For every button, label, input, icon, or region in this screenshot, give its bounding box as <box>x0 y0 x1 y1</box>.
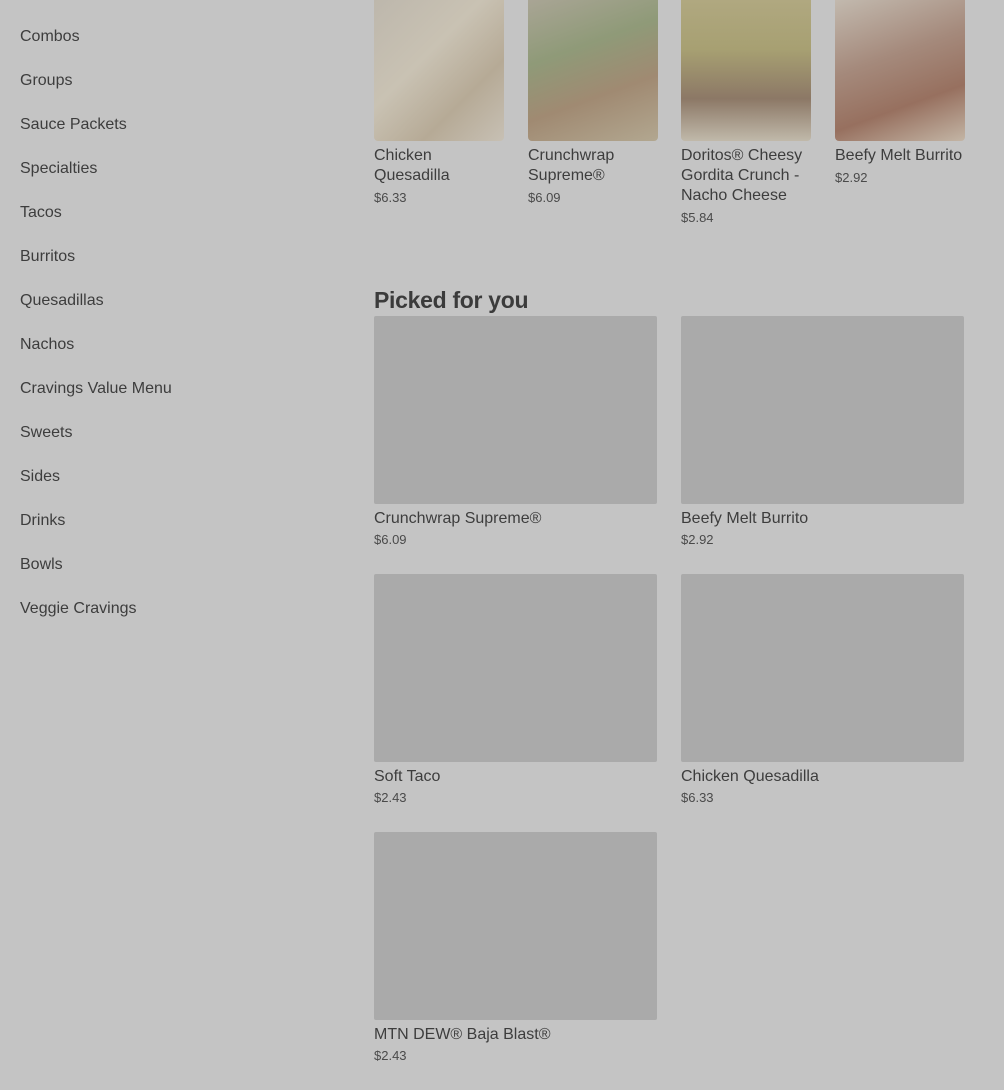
sidebar-item-cravings-value-menu[interactable]: Cravings Value Menu <box>20 374 320 418</box>
sidebar-item-burritos[interactable]: Burritos <box>20 242 320 286</box>
item-image-placeholder <box>681 574 964 762</box>
menu-item-card[interactable]: Doritos® Cheesy Gordita Crunch - Nacho C… <box>681 0 811 226</box>
item-image-placeholder <box>374 574 657 762</box>
item-price: $6.09 <box>374 532 407 547</box>
sidebar-item-nachos[interactable]: Nachos <box>20 330 320 374</box>
sidebar-item-sides[interactable]: Sides <box>20 462 320 506</box>
item-name: Crunchwrap Supreme® <box>528 147 615 184</box>
item-name: Beefy Melt Burrito <box>835 147 963 164</box>
item-name: Doritos® Cheesy Gordita Crunch - Nacho C… <box>681 147 803 204</box>
section-title-picked-for-you: Picked for you <box>374 287 529 314</box>
sidebar-item-sweets[interactable]: Sweets <box>20 418 320 462</box>
menu-item-card[interactable]: Chicken Quesadilla $6.33 <box>374 0 504 206</box>
menu-item-card[interactable]: Crunchwrap Supreme® $6.09 <box>374 316 657 548</box>
sidebar-item-tacos[interactable]: Tacos <box>20 198 320 242</box>
sidebar-item-quesadillas[interactable]: Quesadillas <box>20 286 320 330</box>
sidebar-item-groups[interactable]: Groups <box>20 66 320 110</box>
item-price: $6.09 <box>528 190 561 205</box>
sidebar-item-combos[interactable]: Combos <box>20 22 320 66</box>
item-price: $5.84 <box>681 210 714 225</box>
item-price: $2.43 <box>374 790 407 805</box>
item-name: Chicken Quesadilla <box>681 768 819 785</box>
menu-item-card[interactable]: Crunchwrap Supreme® $6.09 <box>528 0 658 206</box>
menu-page: Combos Groups Sauce Packets Specialties … <box>0 0 1004 1090</box>
item-name: Chicken Quesadilla <box>374 147 450 184</box>
featured-items-row: Chicken Quesadilla $6.33 Crunchwrap Supr… <box>374 0 974 240</box>
item-name: Beefy Melt Burrito <box>681 510 809 527</box>
item-image <box>835 0 965 141</box>
item-price: $6.33 <box>681 790 714 805</box>
sidebar-item-specialties[interactable]: Specialties <box>20 154 320 198</box>
item-image-placeholder <box>374 316 657 504</box>
item-name: Soft Taco <box>374 768 441 785</box>
item-image-placeholder <box>374 832 657 1020</box>
sidebar-item-drinks[interactable]: Drinks <box>20 506 320 550</box>
item-name: Crunchwrap Supreme® <box>374 510 542 527</box>
item-price: $2.43 <box>374 1048 407 1063</box>
menu-item-card[interactable]: MTN DEW® Baja Blast® $2.43 <box>374 832 657 1064</box>
sidebar-item-sauce-packets[interactable]: Sauce Packets <box>20 110 320 154</box>
menu-item-card[interactable]: Beefy Melt Burrito $2.92 <box>681 316 964 548</box>
item-image-placeholder <box>681 316 964 504</box>
item-price: $2.92 <box>835 170 868 185</box>
menu-item-card[interactable]: Beefy Melt Burrito $2.92 <box>835 0 965 186</box>
sidebar-item-bowls[interactable]: Bowls <box>20 550 320 594</box>
item-image <box>528 0 658 141</box>
item-image <box>374 0 504 141</box>
sidebar-item-veggie-cravings[interactable]: Veggie Cravings <box>20 594 320 638</box>
item-price: $2.92 <box>681 532 714 547</box>
item-image <box>681 0 811 141</box>
menu-item-card[interactable]: Chicken Quesadilla $6.33 <box>681 574 964 806</box>
menu-item-card[interactable]: Soft Taco $2.43 <box>374 574 657 806</box>
category-sidebar: Combos Groups Sauce Packets Specialties … <box>20 22 320 638</box>
item-name: MTN DEW® Baja Blast® <box>374 1026 551 1043</box>
item-price: $6.33 <box>374 190 407 205</box>
